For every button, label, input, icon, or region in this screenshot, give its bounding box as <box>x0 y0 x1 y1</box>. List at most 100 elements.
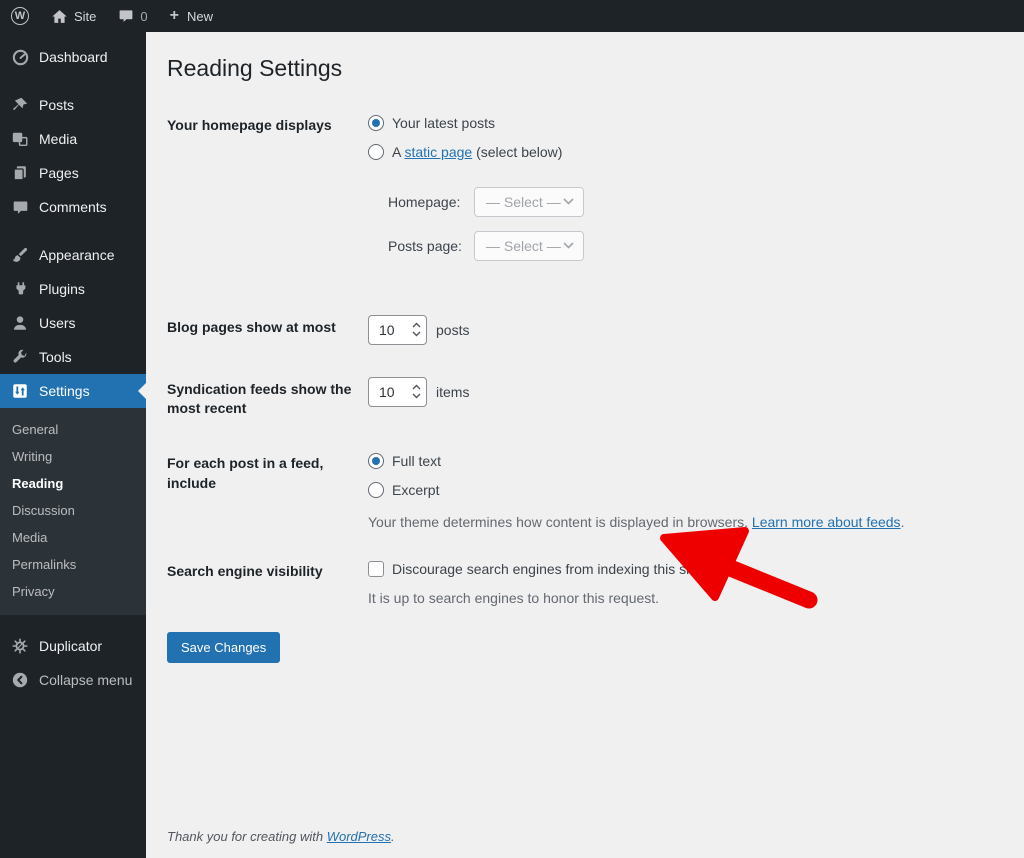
feed-content-label: For each post in a feed, include <box>167 451 368 532</box>
sidebar-item-users[interactable]: Users <box>0 306 146 340</box>
sidebar-item-comments[interactable]: Comments <box>0 190 146 224</box>
full-text-radio[interactable] <box>368 453 384 469</box>
sidebar-item-label: Plugins <box>39 281 85 297</box>
latest-posts-radio-option[interactable]: Your latest posts <box>368 113 1004 133</box>
static-page-link[interactable]: static page <box>404 144 472 160</box>
homepage-select-label: Homepage: <box>388 194 474 210</box>
admin-bar-site-label: Site <box>74 9 96 24</box>
wordpress-footer-link[interactable]: WordPress <box>327 829 391 844</box>
homepage-select[interactable]: — Select — <box>474 187 584 217</box>
sidebar-item-tools[interactable]: Tools <box>0 340 146 374</box>
posts-page-select-row: Posts page: — Select — <box>388 231 1004 261</box>
users-icon <box>10 313 30 333</box>
sidebar-item-plugins[interactable]: Plugins <box>0 272 146 306</box>
search-visibility-row: Search engine visibility Discourage sear… <box>167 559 1004 608</box>
tools-icon <box>10 347 30 367</box>
admin-bar-new-label: New <box>187 9 213 24</box>
home-icon <box>51 8 68 25</box>
admin-bar-site-link[interactable]: Site <box>40 0 107 32</box>
admin-sidebar: Dashboard Posts Media Pages <box>0 32 146 858</box>
submenu-item-reading[interactable]: Reading <box>0 470 146 497</box>
syndication-label: Syndication feeds show the most recent <box>167 377 368 419</box>
comments-icon <box>10 197 30 217</box>
submenu-item-permalinks[interactable]: Permalinks <box>0 551 146 578</box>
dashboard-icon <box>10 47 30 67</box>
latest-posts-label: Your latest posts <box>392 113 495 133</box>
settings-submenu: General Writing Reading Discussion Media… <box>0 408 146 615</box>
full-text-label: Full text <box>392 451 441 471</box>
sidebar-item-media[interactable]: Media <box>0 122 146 156</box>
collapse-menu-button[interactable]: Collapse menu <box>0 663 146 697</box>
latest-posts-radio[interactable] <box>368 115 384 131</box>
sidebar-item-label: Settings <box>39 383 90 399</box>
plugins-icon <box>10 279 30 299</box>
posts-page-select-label: Posts page: <box>388 238 474 254</box>
discourage-indexing-checkbox[interactable] <box>368 561 384 577</box>
homepage-select-row: Homepage: — Select — <box>388 187 1004 217</box>
pushpin-icon <box>10 95 30 115</box>
excerpt-radio[interactable] <box>368 482 384 498</box>
reading-settings-page: Reading Settings Your homepage displays … <box>146 32 1024 829</box>
static-page-radio[interactable] <box>368 144 384 160</box>
sidebar-item-appearance[interactable]: Appearance <box>0 238 146 272</box>
menu-separator <box>0 224 146 238</box>
duplicator-gear-icon <box>10 636 30 656</box>
submenu-item-writing[interactable]: Writing <box>0 443 146 470</box>
sidebar-item-settings[interactable]: Settings <box>0 374 146 408</box>
sidebar-item-label: Comments <box>39 199 107 215</box>
comment-icon <box>118 8 134 24</box>
submenu-item-discussion[interactable]: Discussion <box>0 497 146 524</box>
wordpress-logo-icon: W <box>11 7 29 25</box>
settings-icon <box>10 381 30 401</box>
media-icon <box>10 129 30 149</box>
sidebar-item-label: Media <box>39 131 77 147</box>
static-page-selects: Homepage: — Select — Post <box>388 187 1004 261</box>
menu-separator <box>0 74 146 88</box>
discourage-indexing-label: Discourage search engines from indexing … <box>392 559 701 579</box>
sidebar-item-pages[interactable]: Pages <box>0 156 146 190</box>
static-page-label: A static page (select below) <box>392 142 562 162</box>
syndication-number-input[interactable]: 10 <box>368 377 427 407</box>
admin-bar-comments[interactable]: 0 <box>107 0 158 32</box>
homepage-select-value: — Select — <box>486 194 561 210</box>
blog-pages-number-input[interactable]: 10 <box>368 315 427 345</box>
menu-separator <box>0 615 146 629</box>
feed-description: Your theme determines how content is dis… <box>368 512 1004 532</box>
admin-footer: Thank you for creating with WordPress. <box>146 829 1024 858</box>
content-area: Reading Settings Your homepage displays … <box>146 32 1024 858</box>
sidebar-item-duplicator[interactable]: Duplicator <box>0 629 146 663</box>
save-changes-button[interactable]: Save Changes <box>167 632 280 663</box>
posts-page-select[interactable]: — Select — <box>474 231 584 261</box>
sidebar-item-posts[interactable]: Posts <box>0 88 146 122</box>
search-visibility-description: It is up to search engines to honor this… <box>368 588 1004 608</box>
syndication-row: Syndication feeds show the most recent 1… <box>167 377 1004 419</box>
excerpt-radio-option[interactable]: Excerpt <box>368 480 1004 500</box>
learn-more-feeds-link[interactable]: Learn more about feeds <box>752 514 901 530</box>
syndication-value: 10 <box>379 384 395 400</box>
blog-pages-row: Blog pages show at most 10 <box>167 315 1004 345</box>
sidebar-item-label: Pages <box>39 165 79 181</box>
full-text-radio-option[interactable]: Full text <box>368 451 1004 471</box>
chevron-down-icon <box>563 198 574 205</box>
search-visibility-label: Search engine visibility <box>167 559 368 608</box>
admin-bar: W Site 0 + New <box>0 0 1024 32</box>
submenu-item-privacy[interactable]: Privacy <box>0 578 146 605</box>
sidebar-item-label: Posts <box>39 97 74 113</box>
number-spinner[interactable] <box>412 322 421 337</box>
chevron-down-icon <box>563 242 574 249</box>
blog-pages-unit: posts <box>436 322 469 338</box>
appearance-icon <box>10 245 30 265</box>
submenu-item-general[interactable]: General <box>0 416 146 443</box>
discourage-indexing-option[interactable]: Discourage search engines from indexing … <box>368 559 1004 579</box>
number-spinner[interactable] <box>412 384 421 399</box>
sidebar-item-label: Tools <box>39 349 72 365</box>
admin-bar-new[interactable]: + New <box>159 0 224 32</box>
sidebar-item-label: Dashboard <box>39 49 108 65</box>
wordpress-logo-menu[interactable]: W <box>0 0 40 32</box>
static-page-radio-option[interactable]: A static page (select below) <box>368 142 1004 162</box>
collapse-menu-label: Collapse menu <box>39 672 132 688</box>
posts-page-select-value: — Select — <box>486 238 561 254</box>
pages-icon <box>10 163 30 183</box>
submenu-item-media[interactable]: Media <box>0 524 146 551</box>
sidebar-item-dashboard[interactable]: Dashboard <box>0 40 146 74</box>
